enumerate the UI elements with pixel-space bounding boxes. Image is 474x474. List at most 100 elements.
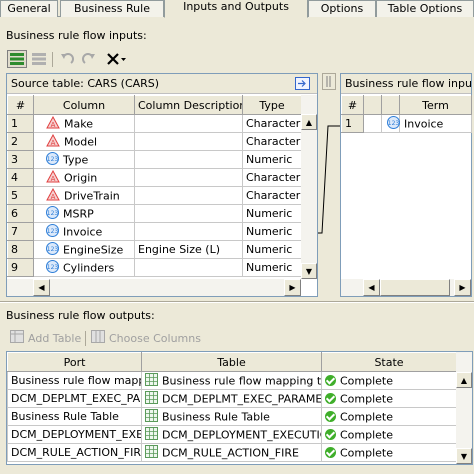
- undo-icon: [60, 53, 74, 65]
- unmap-columns-button[interactable]: [29, 50, 49, 68]
- column-description-cell: [134, 222, 243, 241]
- scroll-right-button[interactable]: ▶: [454, 279, 471, 296]
- target-row[interactable]: 1 123 Invoice: [341, 114, 472, 133]
- target-row-cell: [363, 114, 382, 133]
- delete-mapping-button[interactable]: [102, 50, 130, 68]
- flow-inputs-horizontal-scrollbar[interactable]: ◀ ▶: [341, 279, 471, 296]
- output-table-name: Business Rule Table: [162, 410, 270, 423]
- output-state: Complete: [340, 392, 394, 406]
- redo-button[interactable]: [79, 50, 99, 68]
- mapping-line: [318, 125, 340, 234]
- source-column-row[interactable]: 2 A Model Character: [7, 132, 302, 151]
- output-row[interactable]: Business rule flow mappi... Business rule…: [7, 371, 457, 390]
- outputs-section-label: Business rule flow outputs:: [6, 309, 155, 322]
- output-header-state[interactable]: State: [321, 352, 457, 372]
- column-name: Type: [63, 153, 89, 166]
- map-columns-button[interactable]: [7, 50, 27, 68]
- numeric-column-icon: 123: [46, 205, 59, 222]
- flow-inputs-table: # Term 1 123 Invoice: [341, 95, 472, 133]
- complete-check-icon: [325, 429, 336, 441]
- scroll-thumb[interactable]: [380, 279, 450, 296]
- source-column-row[interactable]: 8 123 EngineSize Engine Size (L) Numeric: [7, 240, 302, 259]
- tab-options[interactable]: Options: [308, 0, 376, 17]
- target-header-number[interactable]: #: [341, 95, 364, 115]
- source-column-row[interactable]: 3 123 Type Numeric: [7, 150, 302, 169]
- output-state: Complete: [340, 374, 394, 388]
- column-name-cell: 123 MSRP: [33, 204, 135, 223]
- source-column-row[interactable]: 6 123 MSRP Numeric: [7, 204, 302, 223]
- scroll-up-button[interactable]: ▲: [301, 114, 317, 130]
- column-description-cell: [134, 258, 243, 277]
- scroll-left-button[interactable]: ◀: [363, 279, 380, 296]
- column-name: Make: [64, 117, 93, 130]
- tab-general[interactable]: General: [0, 0, 58, 17]
- source-column-row[interactable]: 7 123 Invoice Numeric: [7, 222, 302, 241]
- column-type-cell: Character: [242, 114, 302, 133]
- svg-text:A: A: [51, 121, 56, 129]
- outputs-vertical-scrollbar[interactable]: ▲ ▼: [456, 352, 472, 464]
- table-icon: [145, 390, 158, 407]
- source-table-label: Source table: CARS (CARS): [11, 77, 160, 90]
- scroll-left-button[interactable]: ◀: [33, 279, 50, 296]
- column-description-cell: [134, 204, 243, 223]
- character-column-icon: A: [46, 115, 60, 132]
- source-column-row[interactable]: 9 123 Cylinders Numeric: [7, 258, 302, 277]
- column-header-description[interactable]: Column Description: [134, 95, 243, 115]
- output-row[interactable]: DCM_DEPLMT_EXEC_PA... DCM_DEPLMT_EXEC_PAR…: [7, 389, 457, 408]
- column-type-cell: Numeric: [242, 150, 302, 169]
- table-icon: [145, 426, 158, 443]
- scroll-up-button[interactable]: ▲: [456, 372, 472, 388]
- output-table-name: DCM_DEPLMT_EXEC_PARAME...: [162, 392, 322, 405]
- target-header-blank-1[interactable]: [363, 95, 382, 115]
- output-row[interactable]: Business Rule Table Business Rule Table Co…: [7, 407, 457, 426]
- add-table-button[interactable]: Add Table: [10, 329, 81, 347]
- svg-text:A: A: [51, 175, 56, 183]
- column-name: Model: [64, 135, 98, 148]
- flow-inputs-header: Business rule flow input...: [341, 74, 471, 94]
- source-vertical-scrollbar[interactable]: ▲ ▼: [301, 95, 317, 279]
- undo-button[interactable]: [57, 50, 77, 68]
- svg-text:123: 123: [47, 210, 59, 217]
- target-header-blank-2[interactable]: [381, 95, 400, 115]
- source-table-panel: Source table: CARS (CARS) # Column Colum…: [6, 73, 318, 297]
- tab-table-options[interactable]: Table Options: [376, 0, 474, 17]
- scroll-down-button[interactable]: ▼: [301, 263, 317, 279]
- output-table-name: DCM_DEPLOYMENT_EXECUTION: [162, 428, 322, 441]
- source-column-row[interactable]: 5 A DriveTrain Character: [7, 186, 302, 205]
- choose-columns-button[interactable]: Choose Columns: [91, 329, 201, 347]
- unmap-columns-icon: [32, 53, 46, 65]
- column-name-cell: A Make: [33, 114, 135, 133]
- source-table-properties-button[interactable]: [295, 77, 310, 90]
- output-table-name: DCM_RULE_ACTION_FIRE: [162, 446, 299, 459]
- tab-business-rule[interactable]: Business Rule: [60, 0, 164, 17]
- source-table-header: Source table: CARS (CARS): [7, 74, 317, 94]
- tab-inputs-and-outputs[interactable]: Inputs and Outputs: [164, 0, 308, 18]
- output-state-cell: Complete: [321, 443, 457, 462]
- column-name-cell: 123 Type: [33, 150, 135, 169]
- source-horizontal-scrollbar[interactable]: ◀ ▶: [7, 279, 301, 296]
- source-column-row[interactable]: 4 A Origin Character: [7, 168, 302, 187]
- column-type-cell: Numeric: [242, 204, 302, 223]
- scroll-right-button[interactable]: ▶: [284, 279, 301, 296]
- choose-columns-label: Choose Columns: [109, 331, 201, 345]
- target-term-cell: 123 Invoice: [387, 114, 472, 133]
- column-header-column[interactable]: Column: [33, 95, 135, 115]
- svg-text:A: A: [51, 139, 56, 147]
- svg-text:123: 123: [47, 246, 59, 253]
- output-header-port[interactable]: Port: [7, 352, 142, 372]
- target-row-number: 1: [341, 114, 364, 133]
- output-state: Complete: [340, 446, 394, 460]
- column-name: Cylinders: [63, 261, 115, 274]
- source-column-row[interactable]: 1 A Make Character: [7, 114, 302, 133]
- target-header-term[interactable]: Term: [399, 95, 472, 115]
- output-row[interactable]: DCM_RULE_ACTION_FIRE DCM_RULE_ACTION_FIRE…: [7, 443, 457, 462]
- column-name: DriveTrain: [64, 189, 120, 202]
- row-number: 5: [7, 186, 34, 205]
- output-header-table[interactable]: Table: [141, 352, 322, 372]
- numeric-column-icon: 123: [46, 241, 59, 258]
- column-header-type[interactable]: Type: [242, 95, 302, 115]
- column-header-number[interactable]: #: [7, 95, 34, 115]
- output-row[interactable]: DCM_DEPLOYMENT_EXE... DCM_DEPLOYMENT_EXEC…: [7, 425, 457, 444]
- output-port-cell: Business Rule Table: [7, 407, 142, 426]
- scroll-down-button[interactable]: ▼: [456, 448, 472, 464]
